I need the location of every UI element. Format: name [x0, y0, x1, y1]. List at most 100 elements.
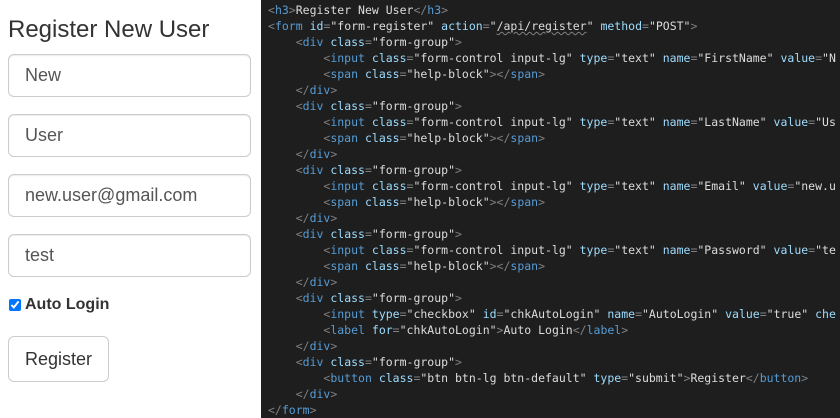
code-token-val: "form-group" — [371, 163, 456, 177]
code-token-tag: input — [330, 51, 365, 65]
code-token-val — [268, 195, 323, 209]
code-line: <div class="form-group"> — [268, 34, 462, 50]
code-token-punc: = — [635, 307, 642, 321]
code-token-punc: = — [364, 355, 372, 369]
code-token-val — [358, 67, 365, 81]
code-token-tag: span — [330, 131, 359, 145]
code-token-attr: for — [371, 323, 393, 337]
code-token-attr: class — [330, 227, 365, 241]
code-token-punc: > — [455, 291, 462, 305]
code-token-val — [365, 243, 372, 257]
code-token-val: "form-control input-lg" — [413, 179, 580, 193]
code-token-attr: type — [579, 115, 608, 129]
code-token-val: "POST" — [648, 19, 691, 33]
code-token-punc: = — [364, 291, 372, 305]
password-field[interactable] — [8, 234, 251, 277]
code-token-punc: > — [330, 211, 338, 225]
register-form-pane: Register New User Auto Login Register — [0, 0, 261, 418]
code-token-tag: span — [330, 259, 359, 273]
code-token-attr: method — [600, 19, 642, 33]
form-title: Register New User — [8, 16, 210, 43]
code-token-tag: span — [510, 131, 539, 145]
code-token-attr: class — [364, 131, 400, 145]
code-token-val: "Us — [815, 115, 836, 129]
code-token-punc: > — [455, 163, 462, 177]
code-token-punc: < — [295, 99, 303, 113]
code-token-tag: div — [309, 83, 331, 97]
code-token-text: Register New User — [295, 3, 414, 17]
code-token-val: "N — [822, 51, 836, 65]
code-token-punc: ></ — [489, 67, 511, 81]
register-button[interactable]: Register — [8, 336, 109, 382]
code-token-val — [268, 163, 296, 177]
code-line: <div class="form-group"> — [268, 162, 462, 178]
auto-login-label[interactable]: Auto Login — [25, 296, 109, 314]
code-token-attr: type — [593, 371, 622, 385]
code-token-tag: h3 — [427, 3, 442, 17]
code-token-val — [268, 51, 323, 65]
code-token-val — [268, 259, 323, 273]
code-token-val — [268, 339, 296, 353]
code-token-punc: = — [399, 195, 407, 209]
code-token-tag: label — [586, 323, 622, 337]
code-token-tag: button — [330, 371, 372, 385]
code-token-punc: > — [309, 403, 317, 417]
code-token-punc: = — [815, 51, 823, 65]
code-token-tag: div — [309, 339, 331, 353]
code-token-attr: type — [579, 243, 608, 257]
code-token-val: "help-block" — [406, 259, 490, 273]
code-token-val — [268, 99, 296, 113]
code-token-tag: div — [302, 227, 324, 241]
code-token-link: /api/register — [496, 19, 587, 33]
code-token-val — [268, 243, 323, 257]
auto-login-row: Auto Login — [8, 294, 109, 316]
code-token-val — [268, 179, 323, 193]
code-token-val: "Email" — [697, 179, 753, 193]
code-token-punc: </ — [745, 371, 760, 385]
code-token-val: "true" — [766, 307, 816, 321]
code-token-val — [268, 211, 296, 225]
code-panel: <h3>Register New User</h3> <form id="form… — [261, 0, 840, 418]
code-token-tag: input — [330, 115, 365, 129]
code-line: <h3>Register New User</h3> — [268, 2, 448, 18]
code-token-val — [365, 51, 372, 65]
code-token-punc: ></ — [489, 195, 511, 209]
code-token-tag: div — [302, 35, 324, 49]
code-line: <span class="help-block"></span> — [268, 66, 545, 82]
code-token-val: "chkAutoLogin" — [399, 323, 497, 337]
email-field[interactable] — [8, 174, 251, 217]
code-token-tag: form — [281, 403, 310, 417]
code-token-punc: < — [268, 19, 275, 33]
code-token-punc: > — [455, 99, 462, 113]
code-token-val: "submit" — [628, 371, 684, 385]
code-token-val: "form-group" — [371, 99, 456, 113]
code-token-tag: span — [510, 259, 539, 273]
code-token-val: "form-group" — [371, 35, 456, 49]
code-token-val: "form-register" — [330, 19, 442, 33]
code-token-val: "text" — [614, 243, 663, 257]
code-token-val — [303, 19, 310, 33]
code-line: </div> — [268, 274, 338, 290]
code-token-punc: = — [642, 19, 649, 33]
code-token-val — [268, 371, 323, 385]
code-line: <label for="chkAutoLogin">Auto Login</la… — [268, 322, 628, 338]
code-token-punc: = — [364, 163, 372, 177]
last-name-field[interactable] — [8, 114, 251, 157]
code-line: <span class="help-block"></span> — [268, 258, 545, 274]
code-line: <input type="checkbox" id="chkAutoLogin"… — [268, 306, 836, 322]
code-token-punc: </ — [295, 83, 310, 97]
code-line: <div class="form-group"> — [268, 98, 462, 114]
code-token-val — [268, 323, 323, 337]
code-token-attr: type — [579, 51, 608, 65]
code-token-val: "chkAutoLogin" — [503, 307, 608, 321]
code-token-val — [358, 195, 365, 209]
first-name-field[interactable] — [8, 54, 251, 97]
code-token-text: Auto Login — [503, 323, 573, 337]
code-token-val — [358, 131, 365, 145]
auto-login-checkbox[interactable] — [9, 299, 21, 311]
code-token-val: " — [586, 19, 601, 33]
code-token-punc: < — [295, 227, 303, 241]
code-token-val: "checkbox" — [406, 307, 483, 321]
code-token-tag: input — [330, 243, 365, 257]
code-token-punc: > — [441, 3, 449, 17]
